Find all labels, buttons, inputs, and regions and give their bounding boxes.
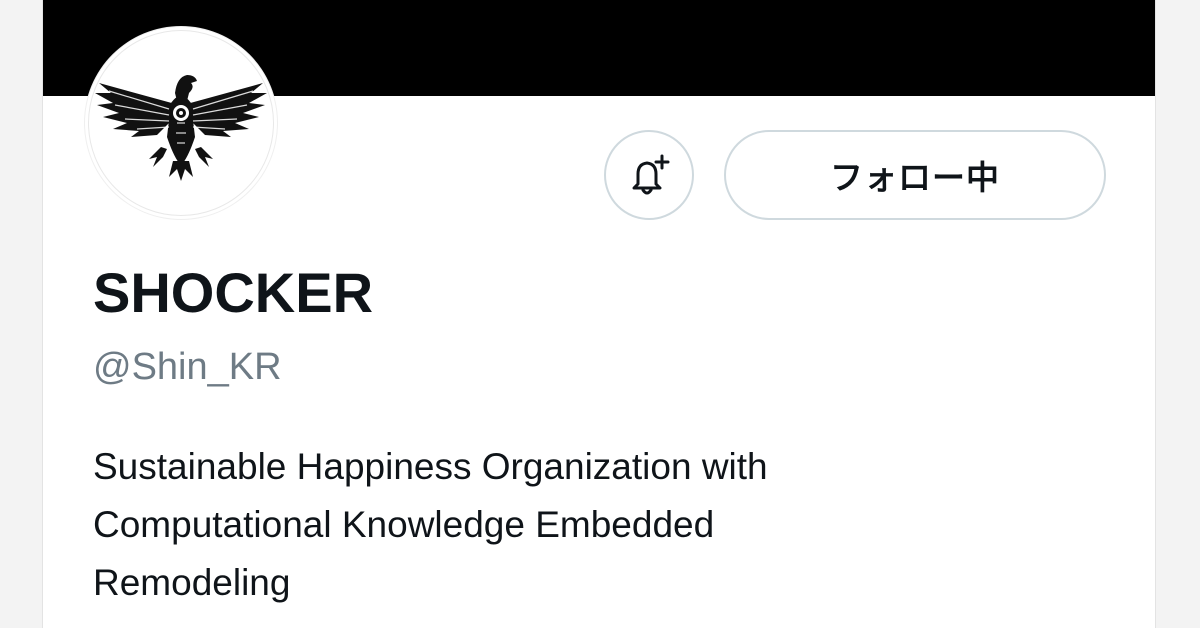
bio-line: Remodeling xyxy=(93,562,291,603)
profile-bio: Sustainable Happiness Organization with … xyxy=(93,438,1093,612)
profile-avatar[interactable] xyxy=(85,27,277,219)
profile-display-name: SHOCKER xyxy=(93,261,374,324)
eagle-emblem-icon xyxy=(95,75,267,181)
following-button[interactable]: フォロー中 xyxy=(724,130,1106,220)
bio-line: Sustainable Happiness Organization with xyxy=(93,446,768,487)
bell-plus-icon xyxy=(632,154,670,195)
profile-card: フォロー中 SHOCKER @Shin_KR Sustainable Happi… xyxy=(42,0,1156,628)
profile-handle: @Shin_KR xyxy=(93,346,282,388)
bio-line: Computational Knowledge Embedded xyxy=(93,504,715,545)
notification-button[interactable] xyxy=(604,130,694,220)
avatar-frame xyxy=(88,30,274,216)
